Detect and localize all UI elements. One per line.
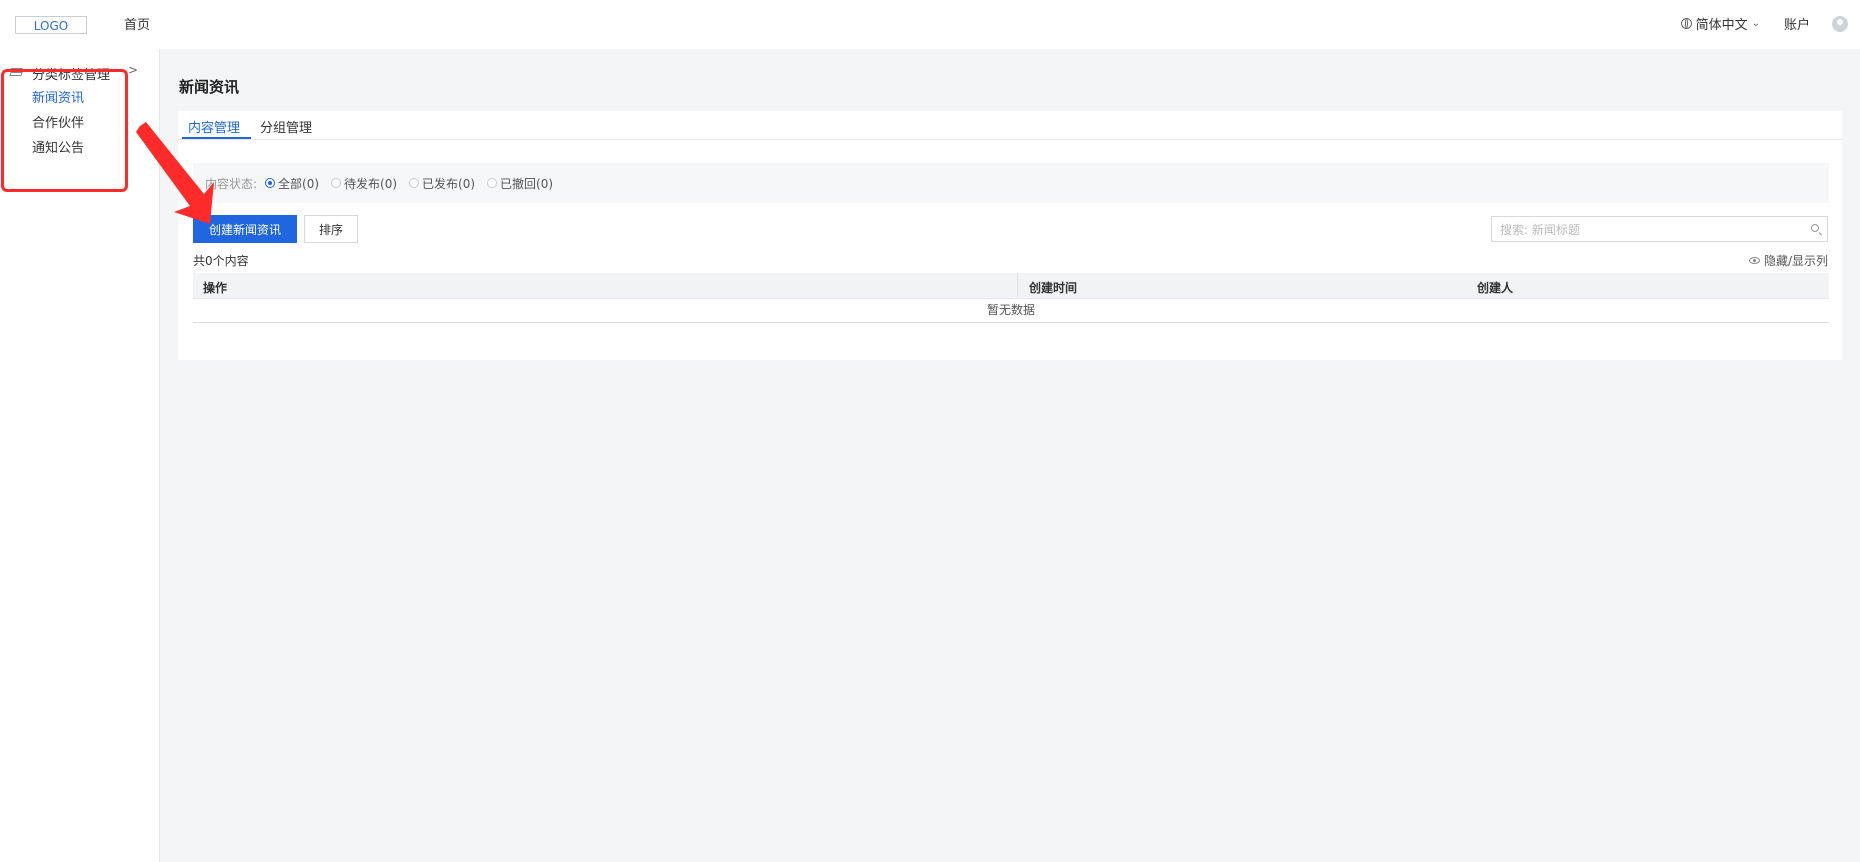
radio-all[interactable]: 全部(0): [265, 175, 319, 192]
radio-withdrawn[interactable]: 已撤回(0): [487, 175, 553, 192]
account-link[interactable]: 账户: [1784, 14, 1810, 33]
chevron-right-icon: >: [127, 63, 138, 77]
column-header-actions: 操作: [203, 281, 228, 295]
content-count: 共0个内容: [193, 254, 249, 268]
empty-state: 暂无数据: [193, 299, 1829, 323]
radio-dot: [409, 178, 420, 188]
eye-icon: [1748, 257, 1760, 264]
globe-icon: [1680, 18, 1692, 29]
radio-label: 待发布(0): [344, 176, 398, 191]
language-label: 简体中文: [1695, 18, 1748, 33]
column-divider: [1017, 273, 1018, 298]
column-header-created-time: 创建时间: [1029, 281, 1078, 295]
table-header: 操作 创建时间 创建人: [193, 273, 1829, 299]
main-content: 新闻资讯 内容管理 分组管理 内容状态: 全部(0) 待发布(0) 已发布(0): [160, 49, 1860, 862]
header-right: 简体中文 ⌄ 账户: [1680, 14, 1848, 33]
language-selector[interactable]: 简体中文 ⌄: [1680, 14, 1760, 33]
top-header: LOGO 首页 简体中文 ⌄ 账户: [0, 0, 1860, 49]
sort-button[interactable]: 排序: [304, 215, 358, 243]
tab-group-management[interactable]: 分组管理: [260, 117, 312, 136]
nav-home-link[interactable]: 首页: [124, 14, 150, 33]
content-table: 操作 创建时间 创建人 暂无数据: [193, 273, 1829, 323]
radio-published[interactable]: 已发布(0): [409, 175, 475, 192]
content-panel: 内容管理 分组管理 内容状态: 全部(0) 待发布(0) 已发布(0) 已撤回(…: [178, 111, 1842, 360]
radio-label: 已发布(0): [422, 176, 476, 191]
annotation-highlight-box: [1, 69, 128, 192]
search-box: [1491, 216, 1828, 243]
search-input[interactable]: [1492, 217, 1802, 243]
page-title: 新闻资讯: [179, 78, 240, 96]
toggle-columns-label: 隐藏/显示列: [1763, 254, 1828, 268]
status-filter: 内容状态: 全部(0) 待发布(0) 已发布(0) 已撤回(0): [193, 163, 1829, 203]
radio-dot: [331, 178, 342, 188]
radio-dot: [265, 178, 276, 188]
avatar[interactable]: [1832, 15, 1848, 32]
chevron-down-icon: ⌄: [1751, 18, 1760, 29]
column-header-creator: 创建人: [1477, 281, 1514, 295]
annotation-arrow: [136, 122, 214, 224]
tab-bar: 内容管理 分组管理: [178, 111, 1842, 140]
radio-dot: [487, 178, 498, 188]
radio-label: 全部(0): [278, 176, 320, 191]
search-icon[interactable]: [1811, 224, 1819, 232]
toggle-columns-button[interactable]: 隐藏/显示列: [1748, 252, 1828, 269]
radio-label: 已撤回(0): [500, 176, 554, 191]
logo[interactable]: LOGO: [15, 16, 87, 34]
radio-pending[interactable]: 待发布(0): [331, 175, 397, 192]
